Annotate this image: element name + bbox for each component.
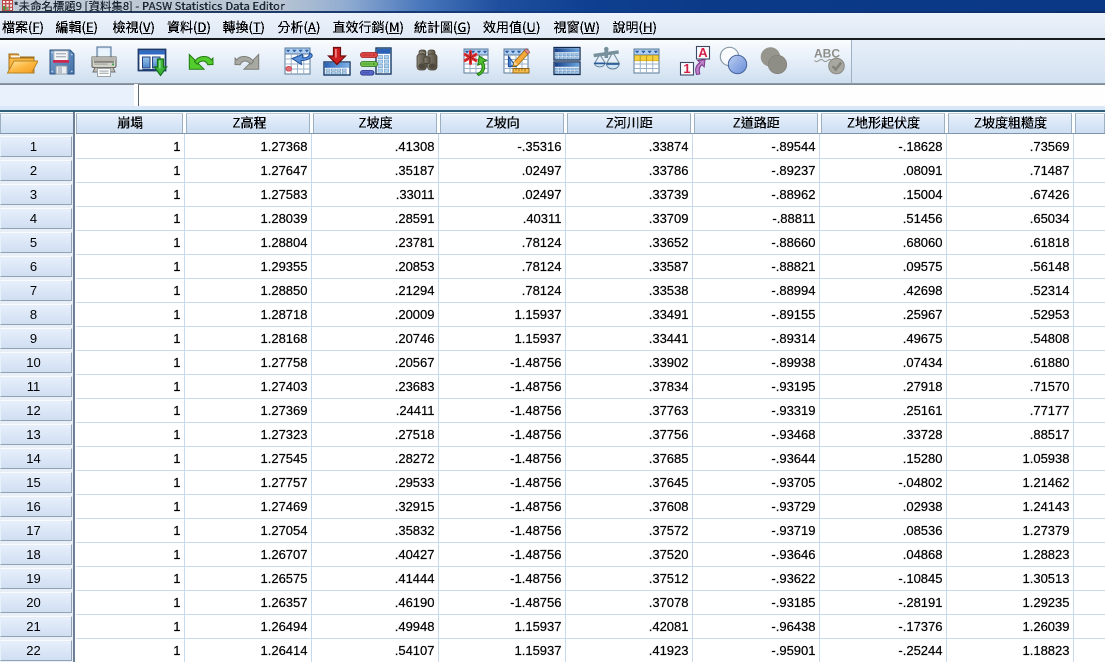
svg-text:A: A	[698, 45, 708, 60]
svg-text:1: 1	[683, 61, 690, 76]
